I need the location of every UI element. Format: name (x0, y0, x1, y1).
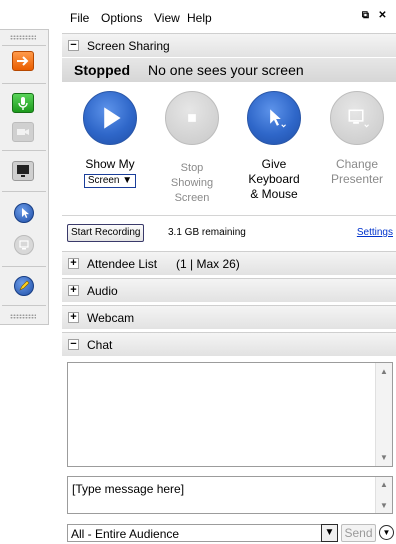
microphone-icon (18, 97, 28, 110)
menu-help[interactable]: Help (187, 11, 212, 25)
settings-link[interactable]: Settings (357, 227, 393, 238)
rail-divider (2, 191, 46, 192)
audience-value: All - Entire Audience (71, 527, 180, 541)
chat-header[interactable]: − Chat (62, 332, 396, 356)
screen-sharing-header[interactable]: − Screen Sharing (62, 33, 396, 57)
show-my-screen-label: Show My Screen ▼ (70, 157, 150, 188)
status-state: Stopped (74, 62, 130, 78)
change-presenter-big-button[interactable] (330, 91, 384, 145)
audio-header[interactable]: + Audio (62, 278, 396, 302)
sharing-status-bar: Stopped No one sees your screen (62, 58, 396, 82)
attendee-count: (1 | Max 26) (176, 257, 240, 271)
start-recording-button[interactable]: Start Recording (67, 224, 145, 242)
show-my-text: Show My (85, 157, 135, 171)
collapse-icon[interactable]: − (68, 40, 79, 51)
microphone-button[interactable] (12, 93, 34, 113)
control-rail (0, 29, 49, 325)
collapse-icon[interactable]: − (68, 339, 79, 350)
status-message: No one sees your screen (148, 62, 304, 78)
screen-dropdown[interactable]: Screen ▼ (83, 174, 137, 188)
expand-icon[interactable]: + (68, 258, 79, 269)
rail-divider (2, 150, 46, 151)
monitor-icon (17, 165, 29, 177)
expand-icon[interactable]: + (68, 285, 79, 296)
chat-options-icon[interactable]: ▼ (379, 525, 394, 540)
give-line3: & Mouse (250, 187, 298, 201)
give-keyboard-label: Give Keyboard & Mouse (234, 157, 314, 202)
section-title: Screen Sharing (87, 39, 170, 53)
webcam-button[interactable] (12, 122, 34, 142)
camera-icon (17, 129, 29, 135)
section-title: Webcam (87, 311, 135, 325)
presenter-icon (348, 109, 369, 128)
rail-divider (2, 45, 46, 46)
give-line2: Keyboard (248, 172, 300, 186)
recording-row: Start Recording 3.1 GB remaining Setting… (62, 215, 396, 248)
chat-log[interactable]: ▲ ▼ (67, 362, 393, 467)
expand-icon[interactable]: + (68, 312, 79, 323)
share-screen-button[interactable] (12, 161, 34, 181)
storage-remaining: 3.1 GB remaining (168, 227, 246, 238)
chevron-down-icon[interactable]: ▼ (321, 524, 338, 542)
change-line2: Presenter (330, 172, 384, 186)
menu-view[interactable]: View (154, 11, 180, 25)
cursor-icon (22, 208, 29, 218)
give-control-button[interactable] (14, 203, 34, 223)
message-input[interactable]: [Type message here] ▲ ▼ (67, 476, 393, 514)
stop-line3: Screen (174, 192, 210, 204)
webcam-header[interactable]: + Webcam (62, 305, 396, 329)
stop-showing-label: Stop Showing Screen (157, 161, 227, 206)
audience-select[interactable]: All - Entire Audience ▼ (67, 524, 338, 542)
cursor-icon (270, 109, 286, 128)
give-keyboard-mouse-button[interactable] (247, 91, 301, 145)
rail-divider (2, 83, 46, 84)
send-button[interactable]: Send (341, 524, 376, 542)
give-line1: Give (261, 157, 287, 171)
collapse-panel-button[interactable] (12, 51, 34, 71)
section-title: Audio (87, 284, 118, 298)
rail-bottom-grip[interactable] (10, 314, 36, 319)
arrow-right-icon (17, 56, 29, 66)
scroll-down-icon[interactable]: ▼ (376, 453, 392, 462)
message-scrollbar[interactable]: ▲ ▼ (375, 477, 392, 513)
stop-icon (188, 114, 196, 122)
section-title: Attendee List (87, 257, 158, 271)
control-panel: File Options View Help ⧉ ✕ − Screen Shar… (62, 0, 396, 544)
presenter-icon (19, 240, 29, 250)
stop-line2: Showing (170, 177, 214, 189)
change-presenter-label: Change Presenter (317, 157, 396, 187)
menu-bar: File Options View Help ⧉ ✕ (62, 0, 396, 33)
scroll-down-icon[interactable]: ▼ (376, 501, 392, 510)
scroll-up-icon[interactable]: ▲ (376, 480, 392, 489)
rail-divider (2, 305, 46, 306)
restore-icon[interactable]: ⧉ (359, 10, 372, 23)
stop-line1: Stop (180, 162, 204, 174)
show-my-screen-button[interactable] (83, 91, 137, 145)
menu-file[interactable]: File (70, 11, 89, 25)
scroll-up-icon[interactable]: ▲ (376, 367, 392, 376)
rail-divider (2, 266, 46, 267)
annotate-button[interactable] (14, 276, 34, 296)
highlighter-icon (19, 280, 30, 291)
close-icon[interactable]: ✕ (376, 10, 389, 23)
stop-showing-screen-button[interactable] (165, 91, 219, 145)
play-icon (104, 107, 121, 129)
change-line1: Change (335, 157, 379, 171)
rail-top-grip[interactable] (10, 35, 36, 40)
message-placeholder: [Type message here] (72, 482, 185, 496)
attendee-list-header[interactable]: + Attendee List (1 | Max 26) (62, 251, 396, 275)
chat-scrollbar[interactable]: ▲ ▼ (375, 363, 392, 466)
section-title: Chat (87, 338, 113, 352)
menu-options[interactable]: Options (101, 11, 142, 25)
change-presenter-button[interactable] (14, 235, 34, 255)
